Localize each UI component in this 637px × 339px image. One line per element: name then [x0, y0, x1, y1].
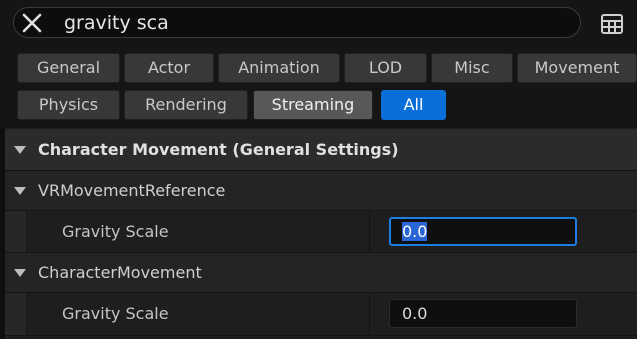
group-header-vrmovementreference[interactable]: VRMovementReference — [5, 171, 637, 211]
table-view-icon[interactable] — [600, 12, 624, 36]
chevron-down-icon[interactable] — [14, 146, 26, 154]
group-header-charactermovement[interactable]: CharacterMovement — [5, 253, 637, 293]
property-label: Gravity Scale — [62, 304, 169, 323]
group-title: CharacterMovement — [38, 263, 202, 282]
close-icon[interactable] — [22, 13, 42, 33]
indent-stripe — [5, 211, 27, 252]
property-row: Gravity Scale 0.0 — [5, 293, 637, 336]
property-label: Gravity Scale — [62, 222, 169, 241]
filter-general-button[interactable]: General — [17, 53, 120, 83]
category-title: Character Movement (General Settings) — [38, 140, 399, 159]
filter-rendering-button[interactable]: Rendering — [124, 90, 248, 120]
group-title: VRMovementReference — [38, 181, 226, 200]
search-box[interactable] — [13, 7, 581, 38]
filter-actor-button[interactable]: Actor — [124, 53, 214, 83]
filter-streaming-button[interactable]: Streaming — [253, 90, 373, 120]
category-header[interactable]: Character Movement (General Settings) — [5, 129, 637, 171]
chevron-down-icon[interactable] — [14, 187, 26, 195]
filter-all-button[interactable]: All — [381, 90, 446, 120]
indent-stripe — [5, 293, 27, 335]
search-input[interactable] — [64, 11, 544, 35]
search-bar — [0, 0, 637, 48]
filter-physics-button[interactable]: Physics — [17, 90, 120, 120]
selected-value-text: 0.0 — [402, 222, 428, 241]
gravity-scale-field[interactable]: 0.0 — [389, 217, 577, 246]
filter-lod-button[interactable]: LOD — [344, 53, 427, 83]
column-divider[interactable] — [369, 211, 370, 252]
filter-animation-button[interactable]: Animation — [218, 53, 340, 83]
chevron-down-icon[interactable] — [14, 269, 26, 277]
gravity-scale-field[interactable]: 0.0 — [389, 299, 577, 328]
column-divider[interactable] — [369, 293, 370, 335]
filter-movement-button[interactable]: Movement — [517, 53, 637, 83]
filter-misc-button[interactable]: Misc — [431, 53, 513, 83]
property-row: Gravity Scale 0.0 — [5, 211, 637, 253]
